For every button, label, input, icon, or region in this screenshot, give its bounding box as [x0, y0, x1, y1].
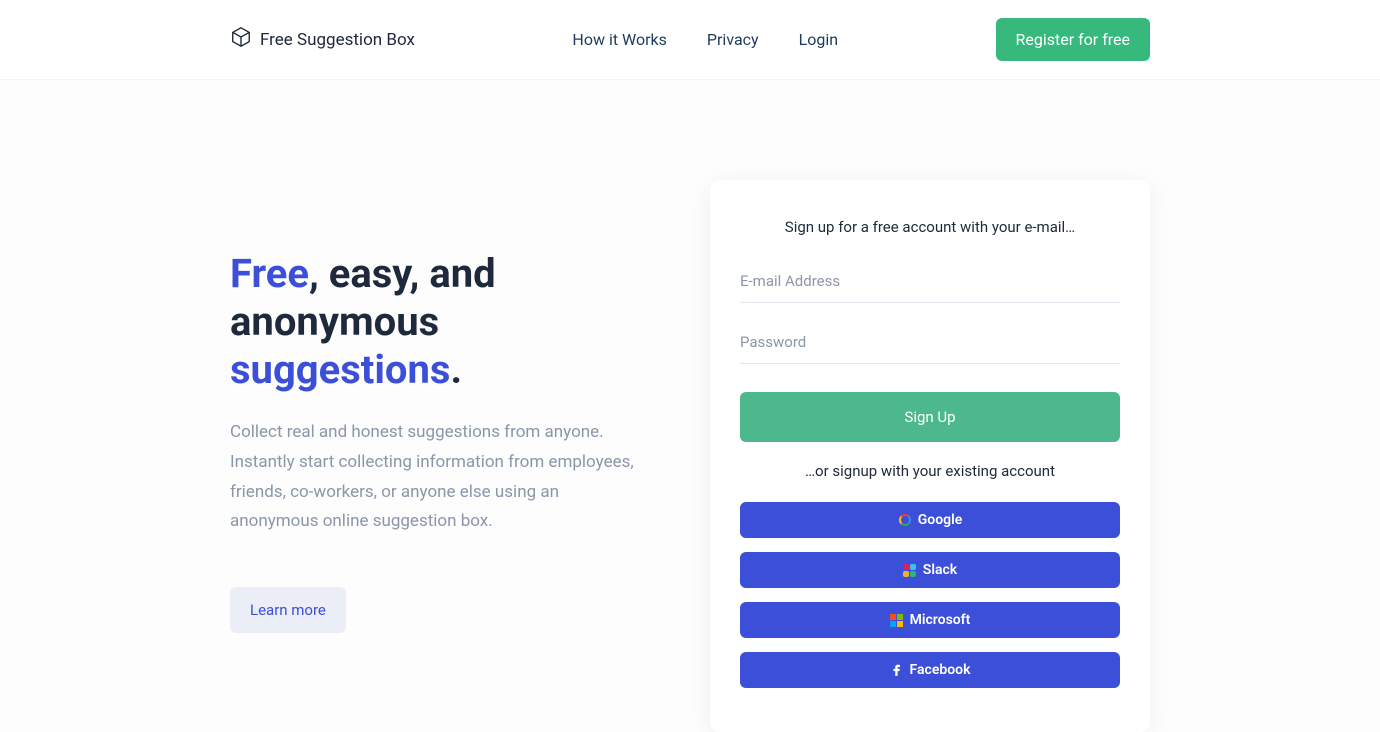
- google-signup-button[interactable]: Google: [740, 502, 1120, 538]
- hero-title: Free, easy, and anonymous suggestions.: [230, 250, 670, 394]
- slack-icon: [903, 563, 917, 577]
- signup-title: Sign up for a free account with your e-m…: [740, 218, 1120, 236]
- hero: Free, easy, and anonymous suggestions. C…: [230, 180, 670, 732]
- hero-title-accent2: suggestions: [230, 346, 450, 393]
- microsoft-icon: [890, 613, 904, 627]
- hero-title-end: .: [450, 346, 462, 393]
- or-signup-text: …or signup with your existing account: [740, 462, 1120, 480]
- facebook-label: Facebook: [910, 662, 971, 678]
- google-label: Google: [918, 512, 963, 528]
- box-icon: [230, 26, 252, 53]
- microsoft-label: Microsoft: [910, 612, 971, 628]
- nav-how-it-works[interactable]: How it Works: [572, 30, 667, 49]
- email-field[interactable]: [740, 260, 1120, 303]
- learn-more-button[interactable]: Learn more: [230, 587, 346, 633]
- register-button[interactable]: Register for free: [996, 18, 1150, 61]
- hero-title-accent1: Free: [230, 250, 309, 297]
- facebook-signup-button[interactable]: Facebook: [740, 652, 1120, 688]
- hero-description: Collect real and honest suggestions from…: [230, 418, 650, 537]
- header-inner: Free Suggestion Box How it Works Privacy…: [230, 18, 1150, 61]
- brand-text: Free Suggestion Box: [260, 30, 415, 50]
- signup-button[interactable]: Sign Up: [740, 392, 1120, 442]
- nav: How it Works Privacy Login: [572, 30, 838, 49]
- signup-card: Sign up for a free account with your e-m…: [710, 180, 1150, 732]
- slack-signup-button[interactable]: Slack: [740, 552, 1120, 588]
- header: Free Suggestion Box How it Works Privacy…: [0, 0, 1380, 80]
- facebook-icon: [890, 663, 904, 677]
- password-field[interactable]: [740, 321, 1120, 364]
- nav-login[interactable]: Login: [799, 30, 838, 49]
- microsoft-signup-button[interactable]: Microsoft: [740, 602, 1120, 638]
- main: Free, easy, and anonymous suggestions. C…: [230, 80, 1150, 732]
- nav-privacy[interactable]: Privacy: [707, 30, 759, 49]
- google-icon: [898, 513, 912, 527]
- brand[interactable]: Free Suggestion Box: [230, 26, 415, 53]
- slack-label: Slack: [923, 562, 957, 578]
